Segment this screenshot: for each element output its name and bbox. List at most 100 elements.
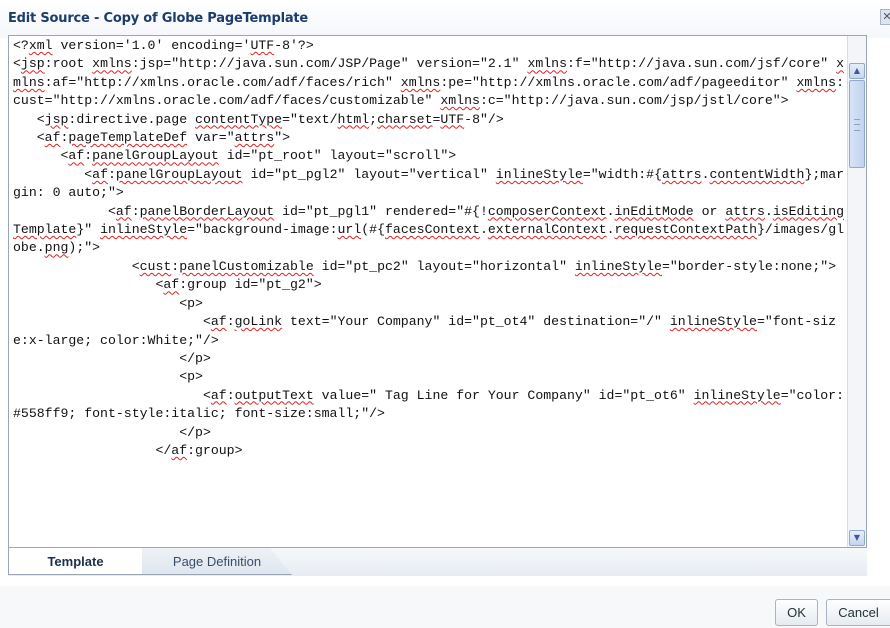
tab-page-definition[interactable]: Page Definition — [142, 548, 292, 575]
code-token: </p> — [13, 350, 211, 366]
scroll-down-icon[interactable]: ▼ — [849, 530, 865, 546]
code-line[interactable]: <jsp:root xmlns:jsp="http://java.sun.com… — [13, 55, 845, 110]
code-token: id="pt_pgl2" layout="vertical" — [242, 166, 496, 182]
code-token: < — [13, 314, 211, 330]
code-line[interactable]: <af:panelGroupLayout id="pt_root" layout… — [13, 147, 845, 165]
spelling-error-token: contentWidth — [709, 166, 805, 182]
code-token: text="Your Company" id="pt_ot4" destinat… — [282, 314, 670, 330]
code-token: :directive.page — [68, 111, 196, 127]
tab-template[interactable]: Template — [8, 548, 142, 575]
code-token: -8"/> — [464, 111, 504, 127]
code-line[interactable]: <af:pageTemplateDef var="attrs"> — [13, 129, 845, 147]
code-line[interactable]: <af:group id="pt_g2"> — [13, 276, 845, 294]
spelling-error-token: xmlns — [527, 56, 568, 72]
code-token: : — [226, 314, 235, 330]
spelling-error-token: composerContext — [487, 203, 607, 219]
code-token: :f="http://java.sun.com/jsf/core" — [567, 56, 837, 72]
spelling-error-token: af — [163, 277, 180, 293]
code-token: version='1.0' encoding=' — [52, 38, 251, 53]
code-line[interactable]: <af:outputText value=" Tag Line for Your… — [13, 387, 845, 424]
spelling-error-token: attrs — [725, 203, 765, 219]
spelling-error-token: af — [92, 166, 108, 182]
source-editor[interactable]: <?xml version='1.0' encoding='UTF-8'?> <j… — [8, 35, 867, 548]
spelling-error-token: jsp — [20, 56, 45, 72]
code-token: . — [606, 222, 615, 238]
cancel-button[interactable]: Cancel — [826, 599, 890, 626]
close-icon[interactable]: ✕ — [880, 9, 890, 25]
code-token: ; — [369, 111, 378, 127]
code-token: "> — [274, 130, 291, 146]
code-token: <p> — [13, 369, 203, 385]
spelling-error-token: xml — [28, 38, 53, 53]
code-token: : — [107, 166, 116, 182]
spelling-error-token: contentType — [195, 111, 283, 127]
code-token: :root — [44, 56, 93, 72]
code-token: value=" Tag Line for Your Company" id="p… — [313, 387, 694, 403]
code-token: :group> — [187, 442, 243, 458]
code-line[interactable]: <jsp:directive.page contentType="text/ht… — [13, 111, 845, 129]
spelling-error-token: facesContext — [385, 222, 480, 238]
spelling-error-token: af — [171, 442, 188, 458]
spelling-error-token: inlineStyle — [693, 387, 781, 403]
scrollbar-thumb[interactable] — [849, 80, 865, 168]
code-token: . — [764, 203, 773, 219]
code-line[interactable]: </p> — [13, 350, 845, 368]
code-token: <p> — [13, 295, 203, 311]
spelling-error-token: inlineStyle — [574, 258, 662, 274]
code-token: < — [13, 130, 45, 146]
code-token: );"> — [68, 240, 101, 256]
spelling-error-token: pageTemplateDef — [68, 130, 188, 146]
code-token: <? — [13, 38, 29, 53]
spelling-error-token: jsp — [44, 111, 69, 127]
code-token: id="pt_root" layout="scroll"> — [218, 148, 457, 164]
spelling-error-token: af — [44, 130, 61, 146]
code-token: or — [693, 203, 726, 219]
spelling-error-token: UTF — [250, 38, 275, 53]
tab-bar: Template Page Definition — [8, 548, 867, 576]
spelling-error-token: panelBorderLayout — [139, 203, 275, 219]
spelling-error-token: outputText — [234, 387, 314, 403]
code-line[interactable]: </af:group> — [13, 442, 845, 460]
spelling-error-token: inlineStyle — [100, 222, 188, 238]
spelling-error-token: panelGroupLayout — [92, 148, 219, 164]
code-token: < — [13, 56, 21, 72]
code-token: (#{ — [361, 222, 385, 238]
code-token: :group id="pt_g2"> — [179, 277, 322, 293]
code-line[interactable]: <af:panelGroupLayout id="pt_pgl2" layout… — [13, 166, 845, 203]
spelling-error-token: xmlns — [796, 74, 837, 90]
code-line[interactable]: <af:panelBorderLayout id="pt_pgl1" rende… — [13, 203, 845, 258]
code-token: :c="http://java.sun.com/jsp/jstl/core"> — [479, 93, 789, 109]
code-token: < — [13, 166, 93, 182]
code-line[interactable]: <p> — [13, 295, 845, 313]
vertical-scrollbar[interactable]: ▲ ▼ — [847, 36, 866, 547]
spelling-error-token: attrs — [234, 130, 275, 146]
code-line[interactable]: <p> — [13, 368, 845, 386]
code-token: . — [606, 203, 615, 219]
code-token: : — [226, 387, 235, 403]
code-line[interactable]: <?xml version='1.0' encoding='UTF-8'?> — [13, 37, 845, 55]
code-token: var=" — [187, 130, 235, 146]
code-token: :pe="http://xmlns.oracle.com/adf/pageedi… — [440, 74, 797, 90]
scroll-up-icon[interactable]: ▲ — [849, 63, 865, 79]
code-line[interactable]: <af:goLink text="Your Company" id="pt_ot… — [13, 313, 845, 350]
ok-button[interactable]: OK — [775, 599, 818, 626]
spelling-error-token: panelCustomizable — [179, 258, 314, 274]
spelling-error-token: goLink — [234, 314, 283, 330]
spelling-error-token: xmlns — [400, 74, 441, 90]
code-token: id="pt_pc2" layout="horizontal" — [313, 258, 575, 274]
source-code-text[interactable]: <?xml version='1.0' encoding='UTF-8'?> <j… — [13, 37, 845, 460]
spelling-error-token: inlineStyle — [669, 314, 757, 330]
code-line[interactable]: <cust:panelCustomizable id="pt_pc2" layo… — [13, 258, 845, 276]
code-token: ="text/ — [282, 111, 338, 127]
code-token: -8'?> — [274, 38, 314, 53]
dialog-title: Edit Source - Copy of Globe PageTemplate — [8, 11, 309, 26]
code-line[interactable]: </p> — [13, 424, 845, 442]
spelling-error-token: af — [210, 314, 227, 330]
code-token: }" — [76, 222, 101, 238]
code-token: < — [13, 387, 211, 403]
spelling-error-token: af — [68, 148, 85, 164]
spelling-error-token: png — [44, 240, 69, 256]
spelling-error-token: inEditMode — [614, 203, 694, 219]
code-token: :jsp="http://java.sun.com/JSP/Page" vers… — [131, 56, 528, 72]
spelling-error-token: html — [337, 111, 370, 127]
